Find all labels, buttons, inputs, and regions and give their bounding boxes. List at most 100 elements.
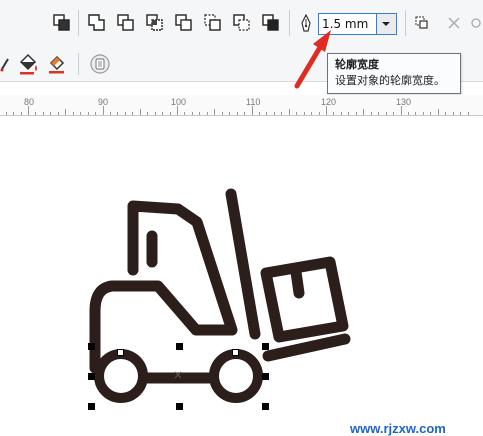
toolbar-separator: [78, 53, 79, 75]
intersect-icon[interactable]: [146, 14, 164, 32]
node-handle[interactable]: [232, 349, 239, 356]
ruler-tick: [125, 112, 126, 115]
ruler-tick: [296, 112, 297, 115]
rear-wheel: [94, 349, 148, 403]
ruler-tick: [132, 112, 133, 115]
ruler-tick: [274, 112, 275, 115]
ruler-tick: [229, 112, 230, 115]
ruler-tick: [140, 109, 141, 115]
selection-handle[interactable]: [88, 373, 95, 380]
ruler-tick: [438, 109, 439, 115]
selection-handle[interactable]: [262, 373, 269, 380]
toolbar-separator: [78, 10, 79, 36]
eraser-icon[interactable]: [46, 53, 68, 75]
ruler-tick: [408, 112, 409, 115]
ruler-tick: [170, 112, 171, 115]
outline-width-tooltip: 轮廓宽度 设置对象的轮廓宽度。: [327, 53, 461, 94]
dropdown-arrow-icon: [382, 22, 390, 26]
ruler-tick: [252, 106, 253, 115]
horizontal-ruler[interactable]: 80 90 100 110 120 130: [0, 95, 483, 116]
selection-handle[interactable]: [262, 403, 269, 410]
selection-handle[interactable]: [176, 343, 183, 350]
ruler-tick: [289, 109, 290, 115]
ruler-tick: [35, 112, 36, 115]
ruler-tick: [401, 106, 402, 115]
ruler-tick: [333, 112, 334, 115]
boundary-icon[interactable]: [262, 14, 280, 32]
ruler-tick: [13, 112, 14, 115]
ruler-tick: [222, 112, 223, 115]
tooltip-title: 轮廓宽度: [335, 58, 379, 71]
ruler-tick: [445, 112, 446, 115]
ruler-tick: [88, 112, 89, 115]
ruler-tick: [460, 112, 461, 115]
ruler-label: 120: [321, 97, 337, 107]
ruler-tick: [43, 112, 44, 115]
ruler-tick: [356, 112, 357, 115]
break-apart-icon[interactable]: [446, 15, 462, 31]
selection-handle[interactable]: [88, 343, 95, 350]
fill-bucket-icon[interactable]: [17, 53, 39, 75]
ruler-tick: [177, 106, 178, 115]
ruler-tick: [341, 112, 342, 115]
ruler-tick: [266, 112, 267, 115]
forklift-artwork[interactable]: [0, 116, 483, 415]
outline-width-dropdown[interactable]: [377, 13, 397, 35]
ruler-tick: [430, 112, 431, 115]
ruler-tick: [65, 109, 66, 115]
front-minus-back-icon[interactable]: [204, 14, 222, 32]
ruler-tick: [214, 109, 215, 115]
pen-outline-icon: [301, 14, 311, 32]
ruler-tick: [207, 112, 208, 115]
drawing-canvas[interactable]: www.rjzxw.com: [0, 116, 483, 436]
trim-icon[interactable]: [117, 14, 135, 32]
ruler-tick: [117, 112, 118, 115]
lock-object-icon[interactable]: [89, 53, 111, 75]
ruler-tick: [184, 112, 185, 115]
tooltip-description: 设置对象的轮廓宽度。: [335, 74, 445, 87]
ruler-tick: [259, 112, 260, 115]
back-minus-front-icon[interactable]: [233, 14, 251, 32]
ruler-tick: [468, 112, 469, 115]
order-to-front-icon[interactable]: [53, 14, 71, 32]
ruler-tick: [371, 112, 372, 115]
ruler-label: 130: [396, 97, 412, 107]
property-bar: 1.5 mm: [0, 0, 483, 48]
selection-handle[interactable]: [176, 403, 183, 410]
ruler-tick: [281, 112, 282, 115]
ruler-tick: [80, 112, 81, 115]
ruler-tick: [319, 112, 320, 115]
ruler-tick: [348, 112, 349, 115]
ruler-tick: [304, 112, 305, 115]
ruler-label: 100: [171, 97, 187, 107]
watermark: www.rjzxw.com: [350, 421, 446, 436]
front-wheel: [209, 349, 263, 403]
ruler-tick: [244, 112, 245, 115]
smart-fill-icon[interactable]: [470, 15, 483, 31]
ruler-label: 110: [246, 97, 261, 107]
node-handle[interactable]: [117, 349, 124, 356]
eyedropper-icon[interactable]: [0, 55, 10, 73]
overprint-icon[interactable]: [414, 15, 430, 31]
ruler-label: 80: [24, 97, 35, 107]
ruler-tick: [363, 109, 364, 115]
selection-handle[interactable]: [88, 403, 95, 410]
simplify-icon[interactable]: [175, 14, 193, 32]
ruler-tick: [415, 112, 416, 115]
ruler-tick: [95, 112, 96, 115]
ruler-tick: [6, 112, 7, 115]
toolbar-separator: [289, 10, 290, 36]
ruler-tick: [162, 112, 163, 115]
ruler-tick: [28, 106, 29, 115]
ruler-tick: [21, 112, 22, 115]
ruler-tick: [393, 112, 394, 115]
ruler-tick: [103, 106, 104, 115]
selection-handle[interactable]: [262, 343, 269, 350]
weld-icon[interactable]: [88, 14, 106, 32]
ruler-tick: [311, 112, 312, 115]
ruler-tick: [326, 106, 327, 115]
ruler-tick: [453, 112, 454, 115]
outline-width-input[interactable]: 1.5 mm: [318, 13, 377, 35]
ruler-tick: [50, 112, 51, 115]
toolbar-separator: [405, 10, 406, 36]
